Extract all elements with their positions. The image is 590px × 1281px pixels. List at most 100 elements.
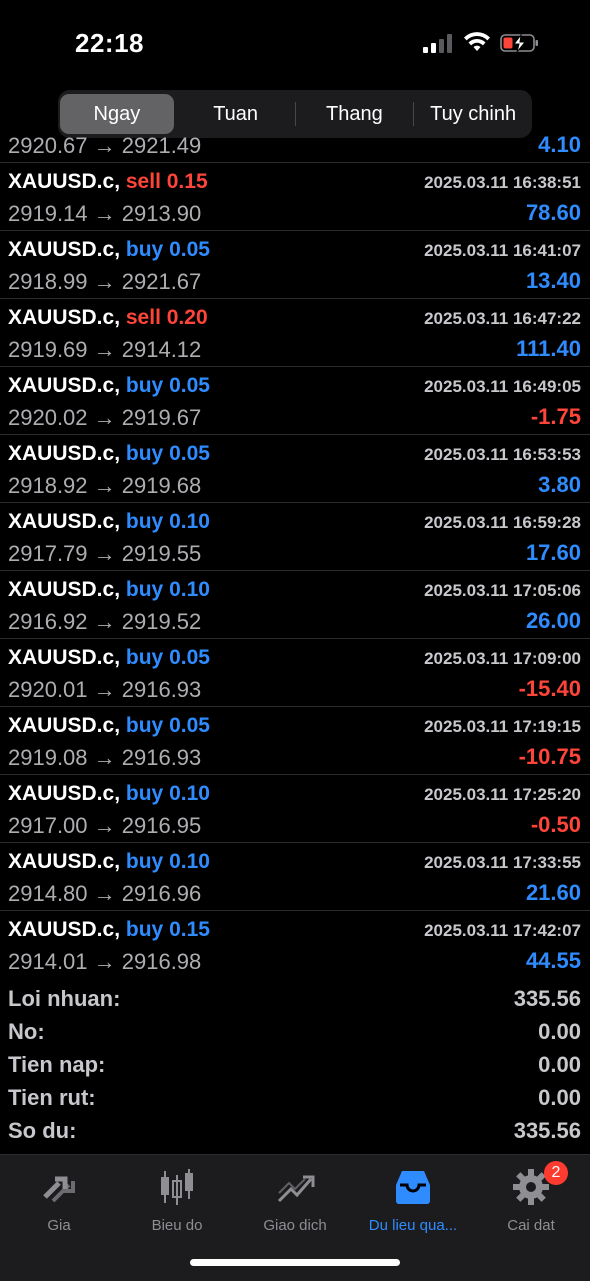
tab-bieu-do[interactable]: Bieu do — [118, 1163, 236, 1234]
trade-row-partial[interactable]: 2920.67 → 2921.49 4.10 — [0, 130, 590, 163]
trade-datetime: 2025.03.11 17:33:55 — [424, 853, 581, 872]
trade-profit: -15.40 — [518, 676, 581, 701]
tab-tuan[interactable]: Tuan — [179, 94, 293, 134]
trade-volume: 0.15 — [169, 918, 210, 941]
trade-row[interactable]: XAUUSD.c, buy 0.05 2025.03.11 16:41:07 291… — [0, 231, 590, 299]
trade-volume: 0.05 — [169, 374, 210, 397]
trade-row[interactable]: XAUUSD.c, buy 0.05 2025.03.11 16:49:05 292… — [0, 367, 590, 435]
summary-label: So du: — [8, 1118, 77, 1143]
trade-symbol-name: XAUUSD.c, — [8, 646, 121, 669]
summary-row: Tien rut: 0.00 — [0, 1083, 590, 1116]
trade-price-range: 2920.67 → 2921.49 — [8, 133, 202, 158]
tab-gia[interactable]: Gia — [0, 1163, 118, 1234]
trade-row[interactable]: XAUUSD.c, buy 0.05 2025.03.11 17:19:15 291… — [0, 707, 590, 775]
trade-profit: 78.60 — [525, 200, 581, 225]
trade-volume: 0.15 — [166, 170, 208, 193]
trade-row[interactable]: XAUUSD.c, buy 0.10 2025.03.11 17:25:20 291… — [0, 775, 590, 843]
summary-value: 335.56 — [513, 1118, 581, 1143]
trade-profit: -0.50 — [530, 812, 581, 837]
trade-datetime: 2025.03.11 16:41:07 — [424, 241, 581, 260]
trade-datetime: 2025.03.11 17:09:00 — [424, 649, 581, 668]
trade-row[interactable]: XAUUSD.c, sell 0.15 2025.03.11 16:38:51 29… — [0, 163, 590, 231]
trade-datetime: 2025.03.11 16:59:28 — [424, 513, 581, 532]
summary-label: Tien nap: — [8, 1052, 106, 1077]
trade-datetime: 2025.03.11 17:25:20 — [424, 785, 581, 804]
tab-label: Giao dich — [263, 1217, 327, 1234]
summary-value: 0.00 — [538, 1085, 581, 1110]
trade-symbol-name: XAUUSD.c, — [8, 714, 121, 737]
trade-side: buy — [125, 578, 164, 601]
trade-symbol: XAUUSD.c, buy 0.05 — [8, 714, 210, 738]
wifi-icon — [464, 32, 490, 51]
summary-row: So du: 335.56 — [0, 1116, 590, 1149]
summary-section: Loi nhuan: 335.56 No: 0.00 Tien nap: 0.00 Tien… — [0, 984, 590, 1149]
trade-datetime: 2025.03.11 16:49:05 — [424, 377, 581, 396]
tab-cai-dat[interactable]: 2 Cai dat — [472, 1161, 590, 1234]
trade-side: buy — [125, 646, 164, 669]
trade-profit: 21.60 — [525, 880, 581, 905]
summary-value: 0.00 — [538, 1052, 581, 1077]
trade-volume: 0.10 — [169, 782, 210, 805]
tab-ngay[interactable]: Ngay — [60, 94, 174, 134]
trade-side: buy — [125, 510, 164, 533]
trade-row[interactable]: XAUUSD.c, buy 0.10 2025.03.11 16:59:28 291… — [0, 503, 590, 571]
history-inbox-icon — [396, 1171, 430, 1204]
trade-side: buy — [125, 918, 164, 941]
trade-profit: 26.00 — [525, 608, 581, 633]
trade-datetime: 2025.03.11 17:05:06 — [424, 581, 581, 600]
trade-row[interactable]: XAUUSD.c, buy 0.05 2025.03.11 17:09:00 292… — [0, 639, 590, 707]
trade-side: sell — [125, 306, 161, 329]
trade-symbol-name: XAUUSD.c, — [8, 374, 121, 397]
trade-symbol: XAUUSD.c, buy 0.10 — [8, 782, 210, 806]
trade-symbol-name: XAUUSD.c, — [8, 578, 121, 601]
trade-profit: 13.40 — [525, 268, 581, 293]
trade-symbol-name: XAUUSD.c, — [8, 782, 121, 805]
trade-side: buy — [125, 782, 164, 805]
trade-symbol: XAUUSD.c, buy 0.10 — [8, 578, 210, 602]
trade-symbol-name: XAUUSD.c, — [8, 850, 121, 873]
trade-side: buy — [125, 374, 164, 397]
trade-history-list[interactable]: 2920.67 → 2921.49 4.10 XAUUSD.c, sell 0.… — [0, 130, 590, 976]
trade-volume: 0.20 — [166, 306, 208, 329]
trade-profit: 111.40 — [516, 336, 581, 361]
tab-tuy-chinh[interactable]: Tuy chinh — [416, 94, 530, 134]
trade-price-range: 2917.00 → 2916.95 — [8, 813, 202, 838]
trade-datetime: 2025.03.11 17:42:07 — [424, 921, 581, 940]
tab-giao-dich[interactable]: Giao dich — [236, 1163, 354, 1234]
cellular-signal-icon — [423, 33, 455, 53]
trade-row[interactable]: XAUUSD.c, sell 0.20 2025.03.11 16:47:22 29… — [0, 299, 590, 367]
battery-charging-icon — [500, 33, 538, 53]
trade-symbol: XAUUSD.c, buy 0.05 — [8, 374, 210, 398]
summary-row: No: 0.00 — [0, 1017, 590, 1050]
trade-row[interactable]: XAUUSD.c, buy 0.10 2025.03.11 17:33:55 291… — [0, 843, 590, 911]
trade-symbol-name: XAUUSD.c, — [8, 170, 121, 193]
trade-price-range: 2914.01 → 2916.98 — [8, 949, 202, 974]
tab-label: Cai dat — [507, 1217, 555, 1234]
trade-datetime: 2025.03.11 16:38:51 — [424, 173, 581, 192]
trade-symbol: XAUUSD.c, buy 0.05 — [8, 442, 210, 466]
trade-symbol: XAUUSD.c, sell 0.15 — [8, 170, 208, 194]
trade-row[interactable]: XAUUSD.c, buy 0.15 2025.03.11 17:42:07 291… — [0, 911, 590, 976]
trade-row[interactable]: XAUUSD.c, buy 0.10 2025.03.11 17:05:06 291… — [0, 571, 590, 639]
trade-price-range: 2914.80 → 2916.96 — [8, 881, 202, 906]
trade-price-range: 2920.01 → 2916.93 — [8, 677, 202, 702]
home-indicator[interactable] — [190, 1259, 400, 1266]
trade-price-range: 2919.08 → 2916.93 — [8, 745, 202, 770]
trade-symbol-name: XAUUSD.c, — [8, 306, 121, 329]
summary-label: Tien rut: — [8, 1085, 96, 1110]
trade-volume: 0.05 — [169, 442, 210, 465]
tab-du-lieu-qua-khu[interactable]: Du lieu qua... — [354, 1163, 472, 1234]
trade-volume: 0.10 — [169, 578, 210, 601]
trade-volume: 0.05 — [169, 646, 210, 669]
tab-thang[interactable]: Thang — [298, 94, 412, 134]
trade-datetime: 2025.03.11 16:53:53 — [424, 445, 581, 464]
trade-symbol-name: XAUUSD.c, — [8, 442, 121, 465]
trade-symbol-name: XAUUSD.c, — [8, 918, 121, 941]
trade-price-range: 2917.79 → 2919.55 — [8, 541, 202, 566]
summary-row: Loi nhuan: 335.56 — [0, 984, 590, 1017]
trade-side: buy — [125, 442, 164, 465]
trade-volume: 0.10 — [169, 850, 210, 873]
summary-row: Tien nap: 0.00 — [0, 1050, 590, 1083]
trade-profit: 3.80 — [538, 472, 581, 497]
trade-row[interactable]: XAUUSD.c, buy 0.05 2025.03.11 16:53:53 291… — [0, 435, 590, 503]
